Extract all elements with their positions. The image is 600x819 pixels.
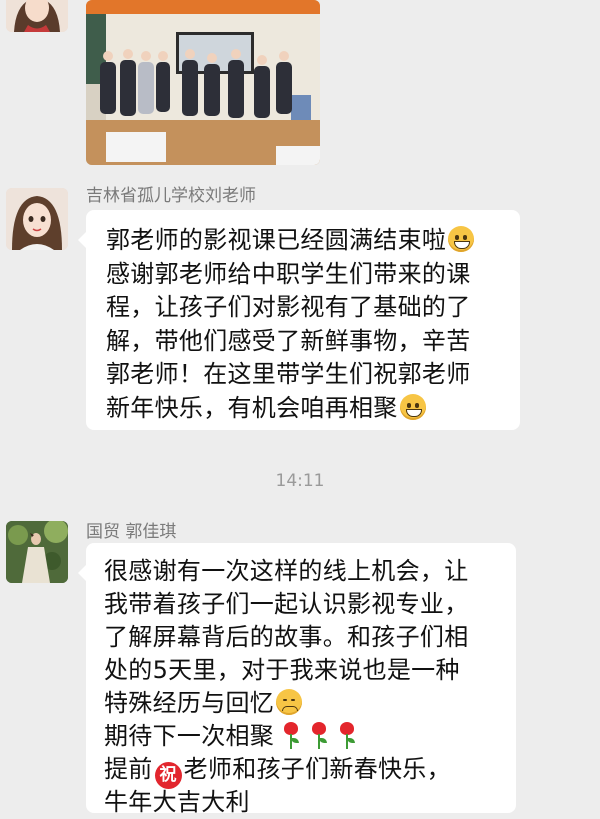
- zhu-blessing-icon: 祝: [154, 762, 182, 789]
- message-line: 感谢郭老师给中职学生们带来的课: [106, 259, 471, 288]
- rose-icon: [336, 722, 358, 750]
- rose-icon: [280, 722, 302, 750]
- shared-photo[interactable]: [86, 0, 320, 165]
- message-line: 提前祝老师和孩子们新春快乐，: [104, 753, 504, 789]
- message-line: 郭老师！在这里带学生们祝郭老师: [106, 360, 471, 388]
- avatar[interactable]: [6, 521, 68, 583]
- grinning-face-icon: [399, 393, 426, 420]
- message-line: 新年快乐，有机会咱再相聚: [106, 392, 506, 426]
- message-line: 特殊经历与回忆: [104, 687, 504, 720]
- message-line: 解，带他们感受了新鲜事物，辛苦: [106, 326, 471, 355]
- message-line: 处的5天里，对于我来说也是一种: [104, 656, 460, 684]
- message-line: 期待下一次相聚: [104, 720, 504, 753]
- message-line: 很感谢有一次这样的线上机会，让: [104, 557, 469, 585]
- message-line: 我带着孩子们一起认识影视专业，: [104, 590, 469, 618]
- sender-name: 吉林省孤儿学校刘老师: [86, 186, 256, 206]
- sad-face-icon: [276, 689, 303, 715]
- message-bubble[interactable]: 郭老师的影视课已经圆满结束啦 感谢郭老师给中职学生们带来的课 程，让孩子们对影视…: [78, 210, 520, 430]
- avatar[interactable]: [6, 0, 68, 32]
- message-line: 牛年大吉大利: [104, 788, 250, 816]
- sender-name: 国贸 郭佳琪: [86, 522, 177, 542]
- message-line: 了解屏幕背后的故事。和孩子们相: [104, 623, 469, 651]
- message-line: 程，让孩子们对影视有了基础的了: [106, 293, 471, 321]
- grinning-face-icon: [448, 226, 475, 252]
- message-line: 郭老师的影视课已经圆满结束啦: [106, 224, 506, 258]
- rose-icon: [308, 722, 330, 750]
- message-bubble[interactable]: 很感谢有一次这样的线上机会，让 我带着孩子们一起认识影视专业， 了解屏幕背后的故…: [78, 543, 516, 816]
- avatar[interactable]: [6, 188, 68, 250]
- timestamp: 14:11: [275, 471, 325, 491]
